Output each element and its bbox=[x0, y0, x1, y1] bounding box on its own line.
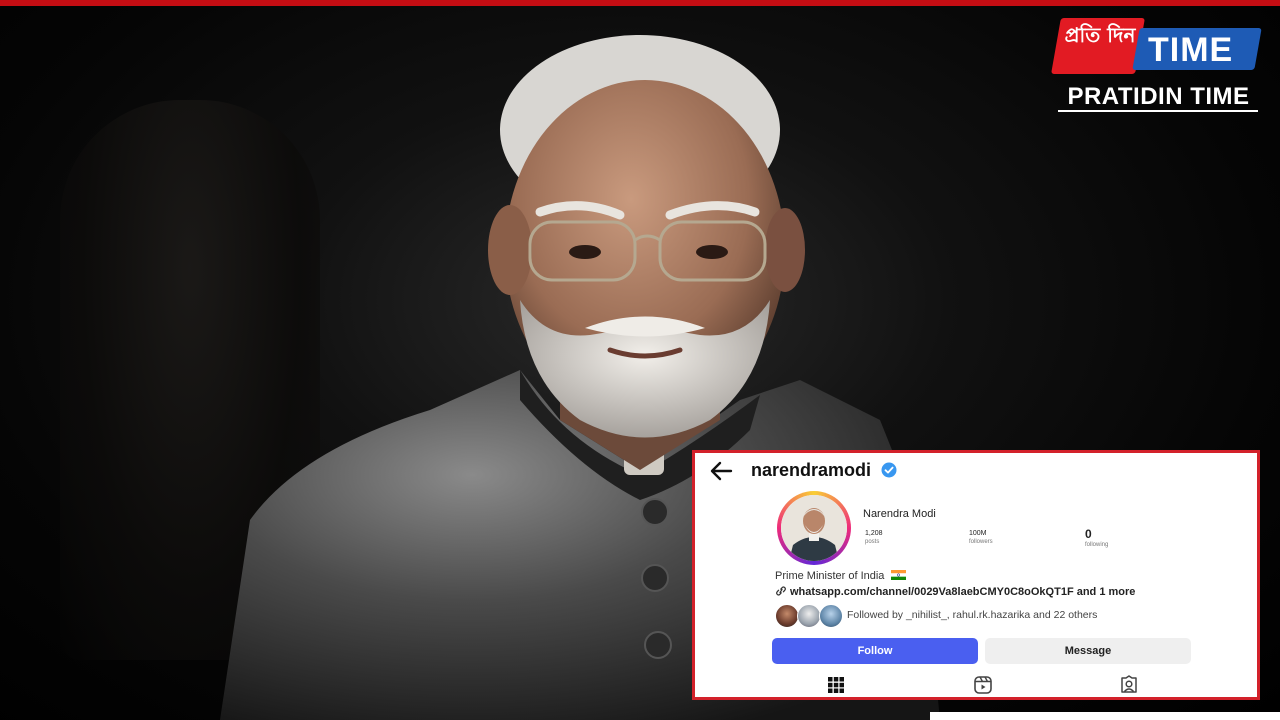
logo-word: TIME bbox=[1148, 31, 1234, 69]
logo-native-text: প্ৰতি দিন bbox=[1064, 23, 1136, 47]
india-flag-icon bbox=[890, 570, 906, 580]
news-thumbnail: প্ৰতি দিন TIME PRATIDIN TIME narendramod… bbox=[0, 0, 1280, 720]
stat-label: followers bbox=[969, 539, 993, 545]
follow-button[interactable]: Follow bbox=[772, 638, 978, 664]
bio: Prime Minister of India bbox=[775, 569, 906, 583]
tagged-icon[interactable] bbox=[1119, 675, 1139, 695]
logo-caption-underline bbox=[1058, 110, 1258, 112]
stat-posts[interactable]: 1,208 posts bbox=[865, 529, 925, 546]
follower-avatar bbox=[797, 604, 821, 628]
follower-avatar bbox=[775, 604, 799, 628]
bottom-white-strip bbox=[930, 712, 1280, 720]
reels-icon[interactable] bbox=[973, 675, 993, 695]
profile-username: narendramodi bbox=[751, 460, 872, 480]
avatar[interactable] bbox=[781, 495, 847, 561]
message-button[interactable]: Message bbox=[985, 638, 1191, 664]
bio-link[interactable]: whatsapp.com/channel/0029Va8laebCMY0C8oO… bbox=[775, 585, 1135, 599]
stat-value: 0 bbox=[1085, 527, 1092, 541]
stat-followers[interactable]: 100M followers bbox=[969, 529, 1029, 546]
avatar-image bbox=[781, 495, 847, 561]
verified-badge-icon bbox=[881, 462, 897, 478]
instagram-profile-card: narendramodi Narendra Modi 1,208 posts 1… bbox=[692, 450, 1260, 700]
bio-text: Prime Minister of India bbox=[775, 570, 885, 582]
stat-value: 100M bbox=[969, 530, 987, 537]
stat-following[interactable]: 0 following bbox=[1085, 527, 1145, 549]
display-name: Narendra Modi bbox=[863, 508, 936, 520]
stat-label: posts bbox=[865, 539, 880, 545]
stat-label: following bbox=[1085, 542, 1109, 548]
followed-by-text: Followed by _nihilist_, rahul.rk.hazarik… bbox=[847, 609, 1098, 621]
link-icon bbox=[776, 586, 786, 596]
back-arrow-icon[interactable] bbox=[707, 459, 735, 483]
grid-icon[interactable] bbox=[826, 675, 846, 695]
pratidin-time-logo: প্ৰতি দিন TIME PRATIDIN TIME bbox=[1051, 18, 1262, 113]
bio-link-text: whatsapp.com/channel/0029Va8laebCMY0C8oO… bbox=[790, 586, 1136, 598]
follower-avatar bbox=[819, 604, 843, 628]
logo-caption: PRATIDIN TIME bbox=[1067, 83, 1250, 110]
stat-value: 1,208 bbox=[865, 530, 883, 537]
